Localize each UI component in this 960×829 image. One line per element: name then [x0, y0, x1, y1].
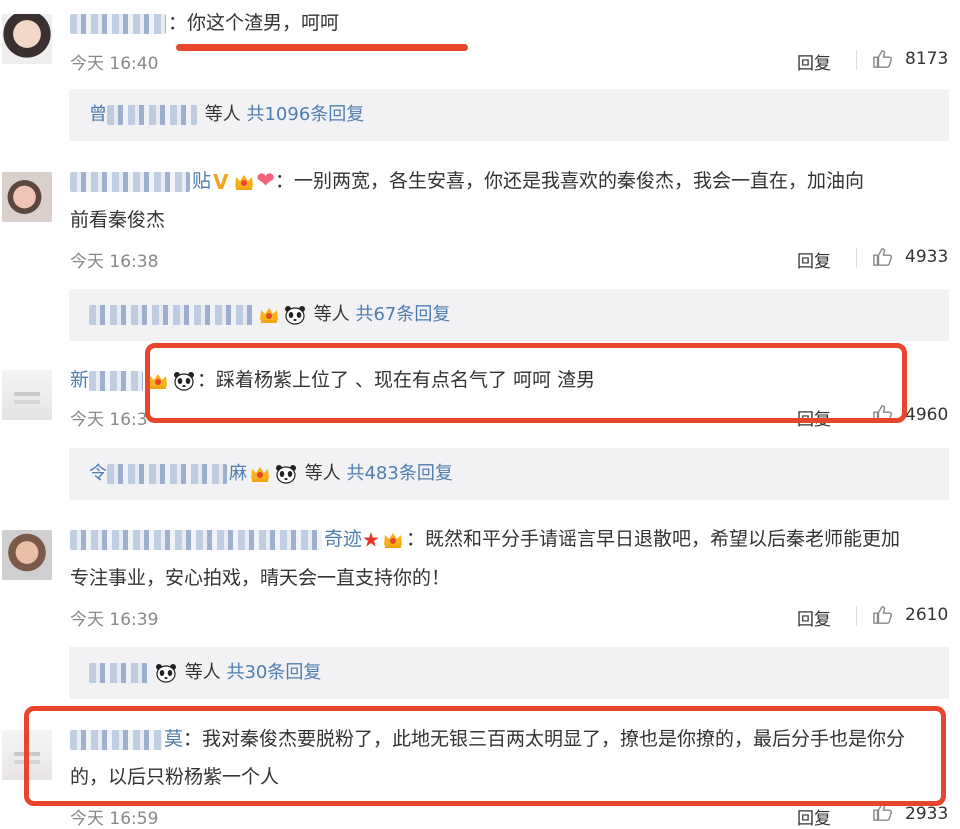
comment-text: 贴 V ❤：一别两宽，各生安喜，你还是我喜欢的秦俊杰，我会一直在，加油向	[70, 166, 864, 197]
like-icon[interactable]	[872, 49, 894, 69]
like-count: 4960	[905, 405, 949, 425]
like-icon[interactable]	[872, 605, 894, 625]
crown-icon	[233, 172, 255, 192]
crown-icon	[258, 305, 280, 325]
timestamp: 今天 16:3	[70, 410, 148, 430]
like-count: 4933	[905, 247, 949, 267]
username-prefix[interactable]: 新	[70, 369, 89, 391]
highlight-box	[145, 343, 907, 423]
username-suffix[interactable]: 奇迹	[324, 528, 362, 550]
divider	[856, 50, 857, 70]
like-count: 8173	[905, 49, 949, 69]
crown-icon	[382, 530, 404, 550]
reply-button[interactable]: 回复	[797, 247, 831, 272]
highlight-underline	[176, 44, 468, 51]
reply-total[interactable]: 共67条回复	[355, 304, 450, 325]
avatar[interactable]	[2, 370, 52, 420]
star-icon: ★	[362, 527, 380, 552]
heart-icon: ❤	[256, 168, 275, 194]
blurred-username[interactable]	[70, 171, 190, 192]
blurred-username	[107, 105, 197, 125]
reply-total[interactable]: 共483条回复	[346, 463, 452, 484]
avatar[interactable]	[2, 14, 52, 64]
panda-icon	[284, 305, 306, 325]
reply-thread[interactable]: 等人 共30条回复	[69, 647, 949, 699]
blurred-username[interactable]	[89, 370, 144, 391]
timestamp: 今天 16:38	[70, 252, 159, 272]
comment-text: ：你这个渣男，呵呵	[70, 8, 339, 38]
avatar[interactable]	[2, 530, 52, 580]
like-icon[interactable]	[872, 247, 894, 267]
blurred-username[interactable]	[89, 663, 151, 683]
reply-thread[interactable]: 等人 共67条回复	[69, 289, 949, 341]
like-count: 2610	[905, 605, 949, 625]
timestamp: 今天 16:39	[70, 610, 159, 630]
divider	[856, 606, 857, 626]
avatar[interactable]	[2, 172, 52, 222]
comment-body: ：一别两宽，各生安喜，你还是我喜欢的秦俊杰，我会一直在，加油向	[274, 170, 864, 192]
reply-suffix: 等人	[184, 662, 221, 683]
reply-thread[interactable]: 曾 等人 共1096条回复	[69, 89, 949, 141]
comment-body: ：你这个渣男，呵呵	[168, 12, 340, 34]
blurred-username[interactable]	[70, 529, 322, 550]
blurred-username	[107, 464, 227, 484]
crown-icon	[249, 464, 271, 484]
timestamp: 今天 16:40	[70, 54, 159, 74]
reply-username[interactable]: 令	[89, 463, 107, 484]
reply-username-suffix[interactable]: 麻	[229, 463, 247, 484]
reply-button[interactable]: 回复	[797, 804, 831, 829]
comment-text-line2: 前看秦俊杰	[70, 209, 166, 231]
panda-icon	[275, 464, 297, 484]
reply-suffix: 等人	[313, 304, 350, 325]
reply-button[interactable]: 回复	[797, 605, 831, 630]
comment-text: 奇迹★ ：既然和平分手请谣言早日退散吧，希望以后秦老师能更加	[70, 524, 900, 555]
blurred-username[interactable]	[89, 305, 254, 325]
reply-suffix: 等人	[204, 104, 241, 125]
divider	[856, 248, 857, 268]
reply-total[interactable]: 共30条回复	[226, 662, 321, 683]
reply-thread[interactable]: 令 麻 等人 共483条回复	[69, 448, 949, 500]
highlight-box	[24, 706, 946, 806]
comment-body: ：既然和平分手请谣言早日退散吧，希望以后秦老师能更加	[405, 528, 900, 550]
comment-text-line2: 专注事业，安心拍戏，晴天会一直支持你的！	[70, 567, 451, 589]
panda-icon	[155, 663, 177, 683]
reply-username[interactable]: 曾	[89, 104, 107, 125]
timestamp: 今天 16:59	[70, 809, 159, 829]
reply-button[interactable]: 回复	[797, 49, 831, 74]
reply-total[interactable]: 共1096条回复	[246, 104, 364, 125]
v-badge-icon: V	[213, 169, 229, 194]
blurred-username[interactable]	[70, 13, 166, 34]
reply-suffix: 等人	[304, 463, 341, 484]
like-count: 2933	[905, 804, 949, 824]
username-suffix[interactable]: 贴	[192, 170, 211, 192]
